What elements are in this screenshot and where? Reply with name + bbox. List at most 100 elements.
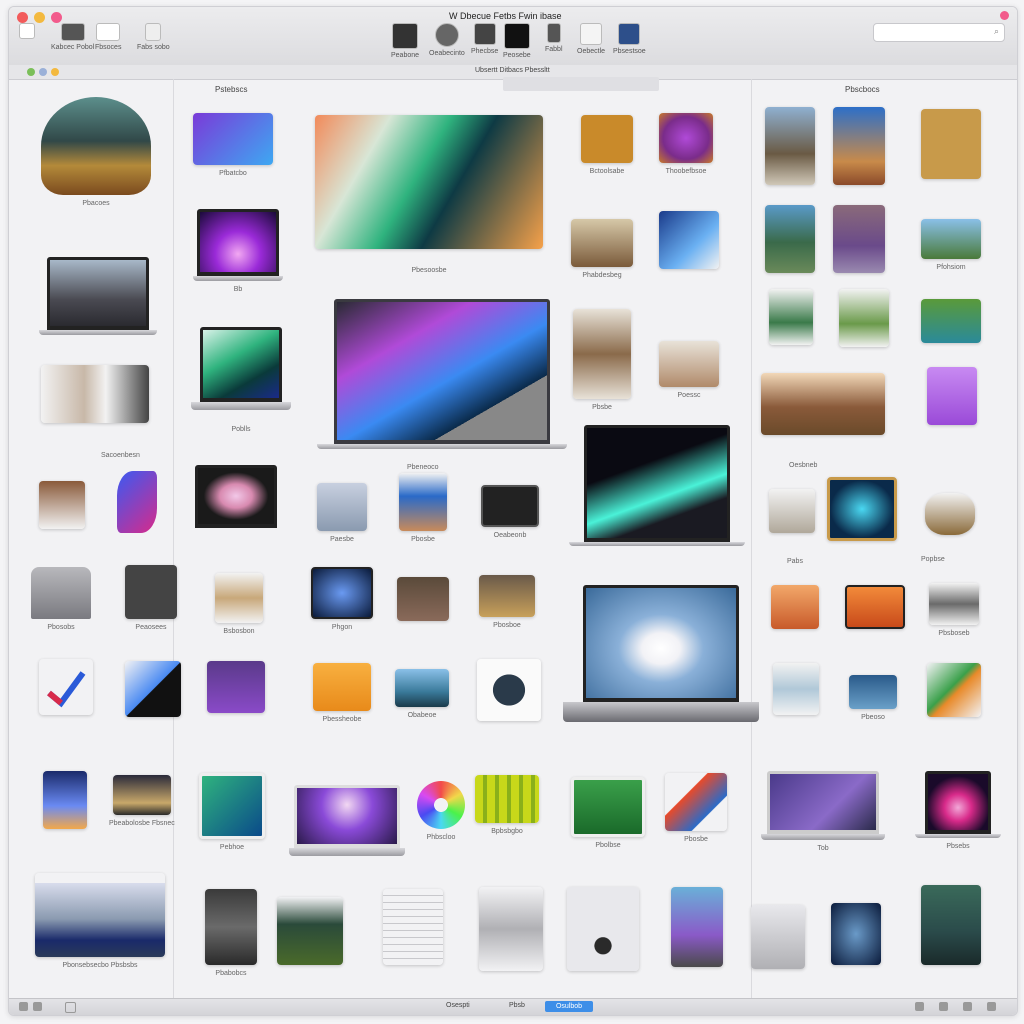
item-photo-14[interactable] (769, 489, 815, 533)
item-photo-21[interactable]: Obabeoe (395, 669, 449, 719)
item-photo-18[interactable]: Pbosboe (479, 575, 535, 629)
sidebar-toggle-icon[interactable] (19, 1002, 28, 1011)
column-divider[interactable] (751, 79, 752, 1009)
item-app-2[interactable]: Thoobefbsoe (659, 113, 713, 175)
item-app-4[interactable] (927, 367, 977, 425)
item-desktop-image[interactable]: Pbesoosbe (315, 115, 543, 274)
toolbar-center-button-3[interactable]: Phecbse (471, 23, 498, 55)
item-photo-10[interactable] (839, 289, 889, 347)
item-photo-24[interactable]: Pbeabolosbe Fbsnec (109, 775, 175, 827)
item-photo-2[interactable] (833, 107, 885, 185)
gear-icon[interactable] (33, 1002, 42, 1011)
toolbar-center-button-6[interactable]: Oebectle (577, 23, 605, 55)
item-photo-28[interactable] (751, 905, 805, 969)
toolbar-center-button-2[interactable]: Oeabecinto (429, 23, 465, 57)
breadcrumb[interactable]: Ubsertt Ditbacs Pbessltt (475, 67, 550, 74)
item-macbook-large[interactable] (317, 299, 567, 449)
item-photo-3[interactable]: Phabdesbeg (571, 219, 633, 279)
item-stack[interactable] (479, 887, 543, 971)
item-app-7[interactable] (39, 659, 93, 715)
item-app-14[interactable]: Pbosbe (665, 773, 727, 843)
item-photo-17[interactable] (397, 577, 449, 621)
item-photo-9[interactable] (769, 289, 813, 345)
item-photo-11[interactable] (921, 299, 981, 343)
item-macbook-2[interactable] (569, 425, 745, 546)
item-photo-23[interactable]: Pbeoso (849, 675, 897, 721)
item-photo-5[interactable] (765, 205, 815, 273)
item-photo-20[interactable]: Pbsboseb (929, 583, 979, 637)
item-photo-22[interactable] (773, 663, 819, 715)
item-monitor-2[interactable] (827, 477, 897, 541)
column-divider[interactable] (173, 79, 174, 1009)
status-selected-button[interactable]: Osulbob (545, 1001, 593, 1012)
item-app-5[interactable]: Paesbe (317, 483, 367, 543)
item-app-11[interactable] (927, 663, 981, 717)
zoom-window-button[interactable] (51, 12, 62, 23)
toolbar-button-3[interactable]: Fabs sobo (137, 23, 170, 51)
item-sculpture[interactable]: Pbosobs (31, 567, 91, 631)
toolbar-center-button-5[interactable]: Fabbl (545, 23, 563, 53)
toolbar-back-button[interactable] (19, 23, 35, 42)
item-photo-29[interactable] (831, 903, 881, 965)
search-field[interactable]: ⌕ (873, 23, 1005, 42)
item-monitor-3[interactable]: Phgon (311, 567, 373, 631)
item-flower[interactable] (195, 465, 277, 528)
item-app-9[interactable] (207, 661, 265, 713)
item-photo-13[interactable]: Pbosbe (399, 473, 447, 543)
item-photo-25[interactable]: Pbabobcs (205, 889, 257, 977)
item-chart[interactable]: Bpbsbgbo (475, 775, 539, 835)
item-photo-19[interactable] (771, 585, 819, 629)
item-landscape[interactable]: Pbacoes (41, 97, 151, 207)
item-app-13[interactable]: Pebhoe (199, 773, 265, 851)
item-monitor-5[interactable]: Pbolbse (571, 777, 645, 849)
item-app-1[interactable]: Bctoolsabe (581, 115, 633, 175)
item-app-12[interactable] (43, 771, 87, 829)
item-color-wheel[interactable]: Phbscloo (417, 781, 465, 841)
item-photo-12[interactable] (39, 481, 85, 529)
item-laptop-1[interactable]: Bb (193, 209, 283, 293)
item-monitor-1[interactable]: Oeabeonb (481, 485, 539, 539)
item-photo-stack[interactable]: Pbsbe (573, 309, 631, 411)
window-dot[interactable] (1000, 11, 1009, 20)
item-folder[interactable]: Pbessheobe (313, 663, 371, 723)
toolbar-center-button-1[interactable]: Peabone (391, 23, 419, 59)
zoom-icon[interactable] (939, 1002, 948, 1011)
item-photo-6[interactable] (833, 205, 885, 273)
item-collage[interactable] (41, 365, 149, 423)
item-macbook-cloud[interactable] (563, 585, 759, 722)
item-photo-16[interactable]: Bsbosbon (215, 573, 263, 635)
item-photo-15[interactable] (925, 493, 975, 535)
item-desktop-preview[interactable]: Pbonsebsecbo Pbsbsbs (35, 873, 165, 969)
toolbar-center-button-4[interactable]: Peosebe (503, 23, 531, 59)
item-camera[interactable] (567, 887, 639, 971)
tab-bar[interactable] (503, 77, 659, 91)
item-app-3[interactable] (921, 109, 981, 179)
item-photo-26[interactable] (277, 897, 343, 965)
item-laptop-6[interactable]: Pbsebs (915, 771, 1001, 850)
item-photo-27[interactable] (671, 887, 723, 967)
item-app-10[interactable] (477, 659, 541, 721)
item-photo-30[interactable] (921, 885, 981, 965)
item-app-6[interactable]: Peaosees (125, 565, 177, 631)
item-laptop-4[interactable] (289, 785, 405, 856)
minimize-window-button[interactable] (34, 12, 45, 23)
item-laptop-2[interactable] (39, 257, 157, 335)
view-options-icon[interactable] (915, 1002, 924, 1011)
item-photo-1[interactable] (765, 107, 815, 185)
toolbar-button-1[interactable]: Kabcec Pobol (51, 23, 94, 51)
item-document[interactable] (383, 889, 443, 965)
item-app-8[interactable] (125, 661, 181, 717)
item-misc-1[interactable]: Sacoenbesn (101, 447, 140, 459)
item-laptop-5[interactable]: Tob (761, 771, 885, 852)
close-icon[interactable] (987, 1002, 996, 1011)
item-ribbon[interactable] (117, 471, 157, 533)
settings-icon[interactable] (963, 1002, 972, 1011)
share-icon[interactable] (65, 1002, 76, 1013)
item-photo-7[interactable]: Pfohsiom (921, 219, 981, 271)
close-window-button[interactable] (17, 12, 28, 23)
item-laptop-3[interactable]: Poblls (191, 327, 291, 433)
item-mountain[interactable] (761, 373, 885, 435)
toolbar-center-button-7[interactable]: Pbsestsoe (613, 23, 646, 55)
toolbar-button-2[interactable]: Fbsoces (95, 23, 121, 51)
item-monitor-4[interactable] (845, 585, 905, 629)
